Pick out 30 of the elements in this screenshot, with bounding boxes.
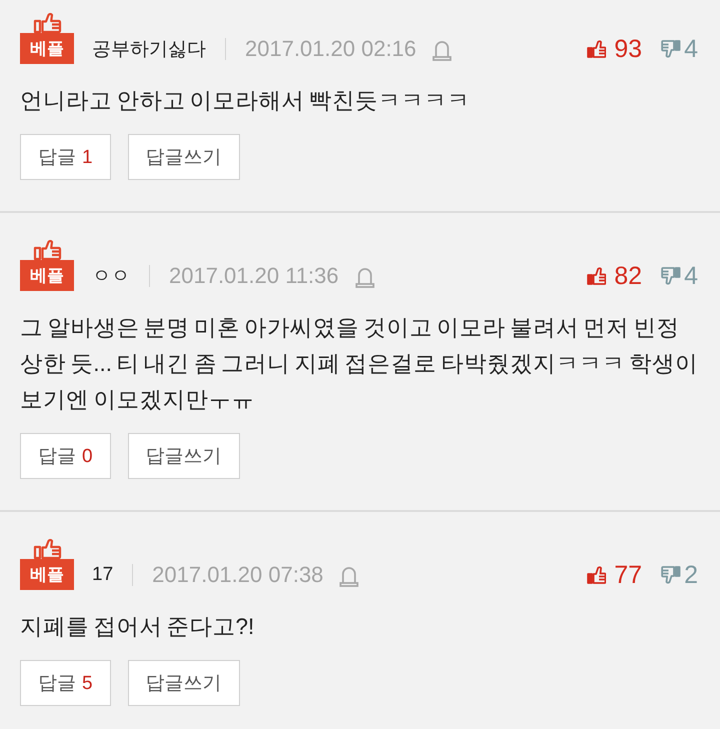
author-name: 17: [92, 564, 114, 586]
thumbs-down-icon: [661, 566, 682, 584]
replies-button[interactable]: 답글 5: [20, 660, 111, 706]
like-button[interactable]: 82: [587, 262, 642, 290]
thumbs-up-icon: [32, 13, 62, 33]
write-reply-button[interactable]: 답글쓰기: [128, 433, 240, 479]
thumbs-down-icon: [661, 266, 682, 284]
thumbs-up-icon: [32, 539, 62, 559]
write-reply-button[interactable]: 답글쓰기: [128, 660, 240, 706]
comment-text: 지폐를 접어서 준다고?!: [20, 613, 256, 641]
like-button[interactable]: 77: [587, 560, 642, 588]
thumbs-up-icon: [32, 240, 62, 260]
write-reply-button[interactable]: 답글쓰기: [128, 134, 240, 180]
best-badge: 베플: [20, 33, 74, 64]
author-name: 공부하기싫다: [92, 38, 206, 62]
author-name: ㅇㅇ: [92, 264, 130, 288]
thumbs-up-icon: [587, 40, 606, 58]
like-button[interactable]: 93: [587, 34, 642, 62]
comment-date: 2017.01.20 02:16: [245, 36, 416, 62]
comment-text: 언니라고 안하고 이모라해서 빡친듯ㅋㅋㅋㅋ: [20, 87, 471, 115]
thumbs-down-icon: [661, 40, 682, 58]
replies-button[interactable]: 답글 0: [20, 433, 111, 479]
best-badge: 베플: [20, 260, 74, 291]
comment-text: 그 알바생은 분명 미혼 아가씨였을 것이고 이모라 불려서 먼저 빈정 상한 듯... 티 내긴 좀 그러니 지폐 접은걸로 타박줬겠지ㅋㅋㅋ 학생이 보기엔 이모겠지만ㅜㅠ: [20, 314, 700, 414]
comment-date: 2017.01.20 07:38: [152, 562, 324, 588]
thumbs-up-icon: [587, 566, 606, 584]
thumbs-up-icon: [587, 266, 606, 284]
replies-button[interactable]: 답글 1: [20, 134, 111, 180]
comment-date: 2017.01.20 11:36: [169, 262, 339, 288]
best-badge: 베플: [20, 559, 74, 590]
